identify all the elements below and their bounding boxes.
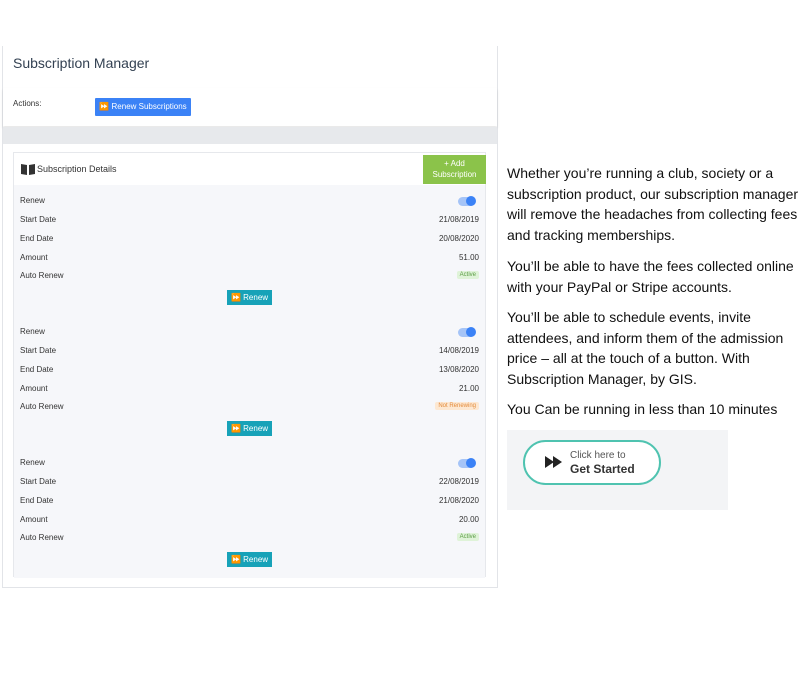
start-date-value: 21/08/2019	[438, 215, 479, 224]
start-date-label: Start Date	[20, 346, 57, 355]
end-date-label: End Date	[20, 496, 54, 505]
renew-subscriptions-button[interactable]: ⏩ Renew Subscriptions	[95, 98, 191, 116]
renew-button[interactable]: ⏩ Renew	[227, 552, 272, 567]
end-date-value: 20/08/2020	[438, 234, 479, 243]
renew-button[interactable]: ⏩ Renew	[227, 421, 272, 436]
toggle-knob	[466, 327, 476, 337]
page-title: Subscription Manager	[13, 55, 150, 71]
end-date-label: End Date	[20, 234, 54, 243]
amount-value: 51.00	[458, 253, 479, 262]
amount-value: 21.00	[458, 384, 479, 393]
add-subscription-button[interactable]: + Add Subscription	[423, 155, 486, 184]
renew-label: Renew	[20, 458, 45, 467]
renew-label: Renew	[20, 196, 45, 205]
separator-band	[3, 127, 497, 144]
end-date-value: 13/08/2020	[438, 365, 479, 374]
start-date-label: Start Date	[20, 477, 57, 486]
amount-value: 20.00	[458, 515, 479, 524]
add-subscription-label-line2: Subscription	[432, 170, 477, 179]
start-date-value: 14/08/2019	[438, 346, 479, 355]
top-strip	[2, 0, 498, 46]
cta-small-text: Click here to	[570, 450, 626, 461]
toggle-knob	[466, 196, 476, 206]
actions-label: Actions:	[13, 99, 42, 108]
auto-renew-label: Auto Renew	[20, 402, 64, 411]
auto-renew-label: Auto Renew	[20, 271, 64, 280]
start-date-label: Start Date	[20, 215, 57, 224]
renew-button[interactable]: ⏩ Renew	[227, 290, 272, 305]
status-badge: Not Renewing	[435, 402, 479, 410]
renew-toggle[interactable]	[458, 458, 476, 468]
details-title: Subscription Details	[37, 164, 117, 174]
book-icon	[21, 164, 35, 175]
add-subscription-label-line1: + Add	[444, 159, 465, 168]
toggle-knob	[466, 458, 476, 468]
end-date-label: End Date	[20, 365, 54, 374]
cta-big-text: Get Started	[570, 462, 635, 476]
renew-toggle[interactable]	[458, 327, 476, 337]
promo-paragraph-1: Whether you’re running a club, society o…	[507, 165, 799, 243]
amount-label: Amount	[20, 253, 48, 262]
status-badge: Active	[456, 271, 479, 279]
renew-toggle[interactable]	[458, 196, 476, 206]
amount-label: Amount	[20, 384, 48, 393]
end-date-value: 21/08/2020	[438, 496, 479, 505]
amount-label: Amount	[20, 515, 48, 524]
renew-label: Renew	[20, 327, 45, 336]
status-badge: Active	[456, 533, 479, 541]
fast-forward-icon	[545, 456, 562, 468]
auto-renew-label: Auto Renew	[20, 533, 64, 542]
promo-paragraph-2: You’ll be able to have the fees collecte…	[507, 258, 794, 295]
actions-bar	[3, 88, 497, 126]
promo-paragraph-4: You Can be running in less than 10 minut…	[507, 401, 778, 417]
promo-paragraph-3: You’ll be able to schedule events, invit…	[507, 309, 784, 387]
start-date-value: 22/08/2019	[438, 477, 479, 486]
